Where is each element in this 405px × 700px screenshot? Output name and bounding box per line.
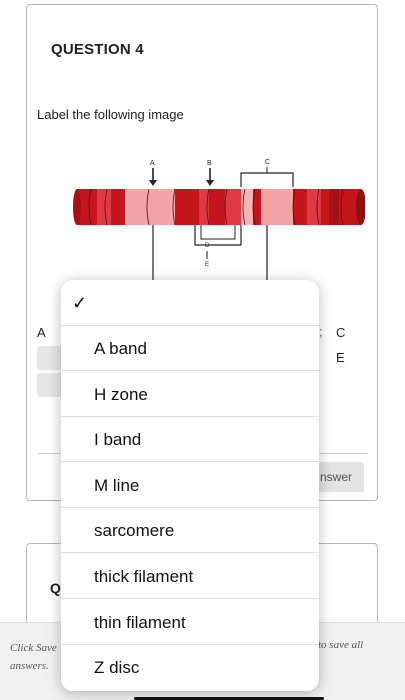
menu-divider — [61, 461, 319, 462]
question-prompt: Label the following image — [37, 107, 184, 122]
menu-option-label: thick filament — [94, 567, 194, 586]
diagram-label-e: E — [205, 262, 209, 268]
menu-divider — [61, 552, 319, 553]
menu-option-label: sarcomere — [94, 521, 175, 540]
answer-semicolon: ; — [319, 324, 323, 339]
bracket-d-inner — [200, 225, 236, 240]
menu-divider — [61, 598, 319, 599]
answer-label-c: C — [336, 325, 346, 340]
diagram-label-c: C — [265, 159, 270, 166]
question-heading: QUESTION 4 — [51, 41, 144, 58]
arrow-a-head — [149, 180, 157, 186]
menu-option-label: M line — [94, 476, 140, 495]
sarcomere-diagram: C A B D E — [73, 159, 365, 283]
selected-empty-option[interactable]: ✓ — [61, 280, 319, 326]
menu-option-i-band[interactable]: I band — [61, 417, 319, 462]
menu-option-a-band[interactable]: A band — [61, 326, 319, 371]
bracket-d — [194, 225, 242, 246]
bracket-e — [152, 225, 268, 283]
menu-option-label: H zone — [94, 385, 148, 404]
menu-option-label: A band — [94, 339, 147, 358]
diagram-label-b: B — [207, 160, 212, 167]
arrow-b-head — [206, 180, 214, 186]
menu-option-thick-filament[interactable]: thick filament — [61, 554, 319, 599]
menu-option-label: thin filament — [94, 613, 186, 632]
footer-right-text: to save all — [318, 639, 364, 651]
menu-option-z-disc[interactable]: Z disc — [61, 645, 319, 690]
next-question-heading: Q — [50, 580, 61, 596]
answer-dropzone-1[interactable] — [37, 346, 63, 370]
menu-option-sarcomere[interactable]: sarcomere — [61, 508, 319, 553]
menu-divider — [61, 370, 319, 371]
menu-option-thin-filament[interactable]: thin filament — [61, 600, 319, 645]
bracket-c — [240, 172, 294, 187]
label-options-menu[interactable]: ✓ A band H zone I band M line sarcomere … — [61, 280, 319, 691]
diagram-label-d: D — [205, 243, 210, 249]
answer-label-e: E — [336, 350, 345, 365]
save-answer-button[interactable]: nswer — [318, 462, 364, 492]
answer-label-a: A — [37, 325, 46, 340]
checkmark-icon: ✓ — [72, 293, 88, 313]
menu-option-label: Z disc — [94, 658, 140, 677]
menu-option-m-line[interactable]: M line — [61, 463, 319, 508]
myofibril-cylinder — [73, 188, 365, 226]
diagram-label-a: A — [150, 160, 155, 167]
menu-option-h-zone[interactable]: H zone — [61, 372, 319, 417]
menu-option-label: I band — [94, 430, 142, 449]
answer-dropzone-2[interactable] — [37, 373, 63, 397]
